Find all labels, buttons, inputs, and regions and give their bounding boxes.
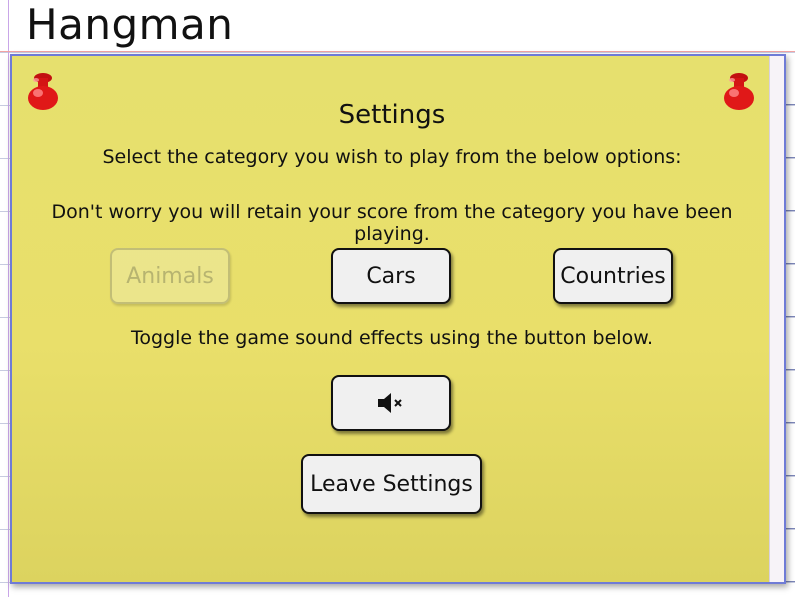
category-countries-button[interactable]: Countries <box>553 248 673 304</box>
notebook-edge <box>785 52 795 592</box>
page-title: Hangman <box>26 0 234 49</box>
speaker-muted-icon <box>378 393 402 413</box>
category-animals-button[interactable]: Animals <box>110 248 230 304</box>
retain-score-note: Don't worry you will retain your score f… <box>51 201 733 245</box>
settings-card: Settings Select the category you wish to… <box>10 54 786 584</box>
category-prompt: Select the category you wish to play fro… <box>102 146 682 168</box>
margin-line <box>0 51 795 52</box>
leave-settings-button[interactable]: Leave Settings <box>301 454 482 514</box>
card-edge <box>769 56 784 582</box>
sound-toggle-button[interactable] <box>331 375 451 431</box>
sound-prompt: Toggle the game sound effects using the … <box>130 327 654 349</box>
settings-heading: Settings <box>338 100 446 130</box>
category-cars-button[interactable]: Cars <box>331 248 451 304</box>
